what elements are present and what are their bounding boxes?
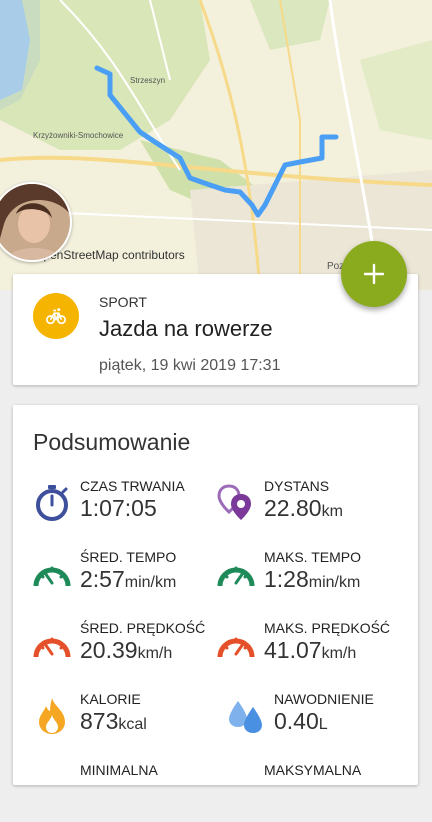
- sport-name: Jazda na rowerze: [99, 316, 273, 341]
- stat-minimum: MINIMALNA: [33, 762, 233, 822]
- stat-hydration: NAWODNIENIE 0.40L: [227, 691, 427, 751]
- stat-value: 2:57min/km: [80, 566, 177, 592]
- summary-title: Podsumowanie: [33, 429, 191, 455]
- stat-label: MAKS. PRĘDKOŚĆ: [264, 620, 391, 636]
- map-label-strzeszyn: Strzeszyn: [130, 76, 166, 85]
- stat-max-pace: MAKS. TEMPO 1:28min/km: [217, 549, 417, 609]
- stat-label: CZAS TRWANIA: [80, 478, 185, 494]
- activity-date: piątek, 19 kwi 2019 17:31: [99, 357, 281, 374]
- stat-label: MINIMALNA: [80, 762, 158, 778]
- stat-value: 41.07km/h: [264, 637, 357, 663]
- map-label-krzyzowniki: Krzyżowniki-Smochowice: [33, 131, 124, 140]
- stat-calories: KALORIE 873kcal: [33, 691, 233, 751]
- stat-label: ŚRED. TEMPO: [80, 549, 177, 565]
- stat-label: ŚRED. PRĘDKOŚĆ: [80, 620, 206, 636]
- stat-value: 0.40L: [274, 708, 328, 734]
- add-button[interactable]: [341, 241, 407, 307]
- stat-distance: DYSTANS 22.80km: [217, 478, 417, 538]
- stat-label: DYSTANS: [264, 478, 330, 494]
- map-pins-icon: [217, 484, 255, 522]
- pace-gauge-icon: [33, 555, 71, 593]
- flame-icon: [33, 697, 71, 735]
- stat-value: 22.80km: [264, 495, 343, 521]
- bicycle-icon: [46, 308, 66, 325]
- stat-value: 1:28min/km: [264, 566, 361, 592]
- sport-icon-badge: [33, 293, 79, 339]
- stopwatch-icon: [33, 484, 71, 522]
- stat-maximum: MAKSYMALNA: [217, 762, 417, 822]
- pace-gauge-icon: [217, 555, 255, 593]
- speed-gauge-icon: [33, 626, 71, 664]
- stat-value: 1:07:05: [80, 495, 157, 521]
- stat-max-speed: MAKS. PRĘDKOŚĆ 41.07km/h: [217, 620, 417, 680]
- stat-value: 20.39km/h: [80, 637, 173, 663]
- summary-card: Podsumowanie CZAS TRWANIA 1:07:05 DYSTAN…: [13, 405, 418, 785]
- stat-label: MAKSYMALNA: [264, 762, 362, 778]
- stat-avg-pace: ŚRED. TEMPO 2:57min/km: [33, 549, 233, 609]
- speed-gauge-icon: [217, 626, 255, 664]
- sport-label: SPORT: [99, 294, 147, 310]
- stat-label: KALORIE: [80, 691, 141, 707]
- stat-value: 873kcal: [80, 708, 147, 734]
- stat-label: NAWODNIENIE: [274, 691, 374, 707]
- stat-avg-speed: ŚRED. PRĘDKOŚĆ 20.39km/h: [33, 620, 233, 680]
- water-drops-icon: [227, 697, 265, 735]
- plus-icon: [363, 263, 385, 285]
- avatar-image: [0, 184, 70, 260]
- stat-label: MAKS. TEMPO: [264, 549, 361, 565]
- avatar[interactable]: [0, 182, 72, 262]
- stat-duration: CZAS TRWANIA 1:07:05: [33, 478, 233, 538]
